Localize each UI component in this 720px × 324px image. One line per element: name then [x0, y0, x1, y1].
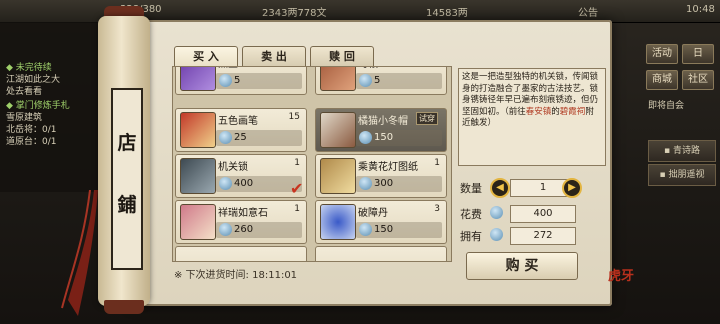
- coin-icon: [359, 131, 372, 144]
- shop-title: 店 鋪: [111, 88, 143, 270]
- rod-cap: [104, 300, 144, 314]
- cost-label: 花费: [460, 208, 482, 221]
- item-list[interactable]: 黑星 30 5 马鞍 30 5 五色画笔 15 25 橘猫小冬帽 试穿 150 …: [172, 66, 452, 262]
- shop-item[interactable]: 五色画笔 15 25: [175, 108, 307, 152]
- item-price: 150: [374, 224, 394, 235]
- decrease-arrow-icon[interactable]: ◀: [490, 178, 510, 198]
- upcoming-label: 即将自会: [648, 101, 685, 111]
- coin-icon: [359, 223, 372, 236]
- side-entry[interactable]: ▪ 青诗路: [648, 140, 716, 162]
- tab-redeem[interactable]: 赎 回: [310, 46, 374, 68]
- shop-item[interactable]: 祥瑞如意石 1 260: [175, 200, 307, 244]
- item-name: 乘黄花灯图纸: [358, 162, 418, 173]
- item-price: 150: [374, 132, 394, 143]
- restock-time: 18:11:01: [252, 270, 298, 281]
- increase-arrow-icon[interactable]: ▶: [562, 178, 582, 198]
- quest-line: 处去看看: [6, 87, 43, 97]
- saddle-icon: [320, 67, 356, 91]
- pill-icon: [320, 204, 356, 240]
- item-price: 260: [234, 224, 254, 235]
- owned-value: 272: [510, 227, 576, 245]
- coin-icon: [490, 206, 503, 219]
- notice-button[interactable]: 公告: [578, 4, 598, 19]
- owned-label: 拥有: [460, 230, 482, 243]
- coin-icon: [359, 74, 372, 87]
- item-qty: 1: [434, 158, 440, 168]
- item-description: 这是一把造型独特的机关锁，传闻锁身的打造融合了墨家的古法技艺。锁身镌铸径年早已遍…: [458, 68, 606, 166]
- item-name: 五色画笔: [218, 116, 258, 127]
- item-qty: 3: [434, 204, 440, 214]
- daily-button[interactable]: 日: [682, 44, 714, 64]
- shop-item[interactable]: 破障丹 3 150: [315, 200, 447, 244]
- coin-icon: [219, 223, 232, 236]
- clock: 10:48: [686, 4, 715, 15]
- desc-location: 春安镇: [525, 106, 552, 117]
- quantity-label: 数量: [460, 182, 482, 195]
- shop-item[interactable]: [175, 246, 307, 261]
- item-name: 黑星: [218, 67, 238, 70]
- shop-item[interactable]: 马鞍 30 5: [315, 67, 447, 95]
- tab-sell[interactable]: 卖 出: [242, 46, 306, 68]
- gem-icon: [180, 67, 216, 91]
- item-qty: 15: [288, 112, 300, 122]
- shop-title-char: 鋪: [117, 194, 137, 216]
- item-price: 25: [234, 132, 247, 143]
- item-name: 马鞍: [358, 67, 378, 70]
- item-name: 祥瑞如意石: [218, 208, 268, 219]
- cost-value: 400: [510, 205, 576, 223]
- coin-icon: [219, 177, 232, 190]
- quest-line: 道原台：0/1: [6, 137, 57, 147]
- coin-icon: [359, 177, 372, 190]
- checkmark-icon: ✔: [290, 179, 304, 198]
- item-name: 机关锁: [218, 162, 248, 173]
- side-entry[interactable]: ▪ 拙朋遥视: [648, 164, 716, 186]
- brand-seal: 虎牙: [608, 269, 635, 284]
- activity-button[interactable]: 活动: [646, 44, 678, 64]
- item-qty: 1: [294, 204, 300, 214]
- item-qty: 1: [294, 158, 300, 168]
- buy-button[interactable]: 购 买: [466, 252, 578, 280]
- restock-timer: ※ 下次进货时间: 18:11:01: [174, 266, 297, 281]
- item-price: 400: [234, 178, 254, 189]
- desc-text: 的: [551, 106, 560, 117]
- shop-item[interactable]: [315, 246, 447, 261]
- item-price: 300: [374, 178, 394, 189]
- shop-item-highlighted[interactable]: 橘猫小冬帽 试穿 150: [315, 108, 447, 152]
- restock-label: ※ 下次进货时间:: [174, 270, 249, 281]
- hat-icon: [320, 112, 356, 148]
- brush-icon: [180, 112, 216, 148]
- item-price: 5: [374, 75, 381, 86]
- shop-item-selected[interactable]: 机关锁 1 400 ✔: [175, 154, 307, 198]
- item-name: 橘猫小冬帽: [358, 116, 408, 127]
- shop-item[interactable]: 黑星 30 5: [175, 67, 307, 95]
- quest-panel[interactable]: ◆ 未完待续 江湖如此之大 处去看看 ◆ 掌门修炼手札 雪原建筑 北岳将：0/1…: [0, 22, 112, 192]
- shop-item[interactable]: 乘黄花灯图纸 1 300: [315, 154, 447, 198]
- item-price: 5: [234, 75, 241, 86]
- coin-icon: [219, 131, 232, 144]
- coin-icon: [490, 228, 503, 241]
- mall-button[interactable]: 商城: [646, 70, 678, 90]
- coin-icon: [219, 74, 232, 87]
- silver-counter: 14583两: [426, 8, 468, 19]
- currency-counter: 2343两778文: [262, 8, 327, 19]
- tassel-decoration: [61, 190, 98, 316]
- try-on-badge[interactable]: 试穿: [416, 112, 438, 125]
- shop-title-char: 店: [117, 132, 137, 154]
- desc-location: 碧霞祠: [559, 106, 586, 117]
- item-name: 破障丹: [358, 208, 388, 219]
- jade-stone-icon: [180, 204, 216, 240]
- tab-buy[interactable]: 买 入: [174, 46, 238, 68]
- community-button[interactable]: 社区: [682, 70, 714, 90]
- blueprint-icon: [320, 158, 356, 194]
- lock-icon: [180, 158, 216, 194]
- right-menu: 活动 日 商城 社区 即将自会 ▪ 青诗路 ▪ 拙朋遥视: [644, 38, 720, 238]
